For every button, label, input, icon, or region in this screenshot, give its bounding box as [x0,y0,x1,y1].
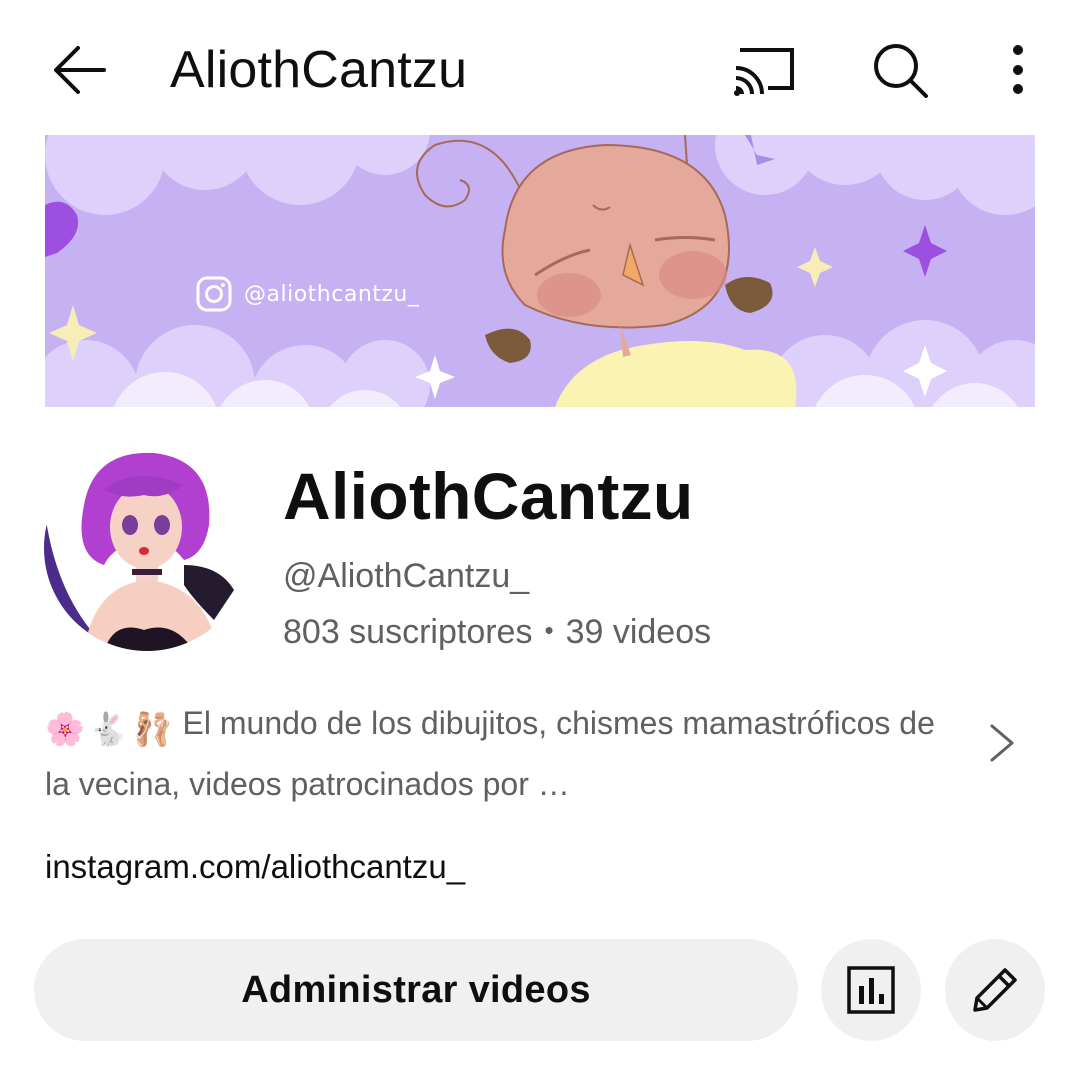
top-app-bar: AliothCantzu [0,0,1080,135]
cast-icon [734,48,794,96]
banner-instagram-handle: @aliothcantzu_ [244,281,420,307]
more-vert-icon [1013,45,1023,94]
instagram-icon [196,276,232,312]
cherry-blossom-emoji: 🌸 [45,711,85,747]
search-icon [874,44,928,98]
channel-handle: @AliothCantzu_ [283,557,530,595]
channel-avatar[interactable] [44,445,250,651]
more-options-button[interactable] [996,38,1040,102]
manage-videos-button[interactable]: Administrar videos [34,939,798,1041]
channel-description[interactable]: 🌸 🐇 🩰 El mundo de los dibujitos, chismes… [45,696,965,812]
channel-stats: 803 suscriptores • 39 videos [283,611,711,655]
subscriber-count: 803 suscriptores [283,613,533,651]
search-button[interactable] [866,38,934,102]
chevron-right-icon [990,724,1014,762]
channel-banner: @aliothcantzu_ [45,135,1035,407]
ballet-shoes-emoji: 🩰 [132,711,173,747]
description-emojis: 🌸 🐇 🩰 [45,702,173,757]
rabbit-emoji: 🐇 [88,711,129,747]
description-text: El mundo de los dibujitos, chismes mamas… [45,705,935,802]
banner-illustration [45,135,1035,407]
back-arrow-icon [54,46,106,94]
channel-link[interactable]: instagram.com/aliothcantzu_ [45,845,465,889]
banner-instagram-tag: @aliothcantzu_ [196,276,419,312]
back-button[interactable] [48,38,112,102]
analytics-icon [847,966,895,1014]
video-count: 39 videos [565,613,712,651]
stats-separator: • [544,615,554,645]
app-bar-title: AliothCantzu [170,41,468,99]
analytics-button[interactable] [821,939,921,1041]
channel-name: AliothCantzu [283,459,694,533]
edit-channel-button[interactable] [945,939,1045,1041]
edit-pencil-icon [973,968,1017,1012]
cast-button[interactable] [728,38,798,102]
description-expand-button[interactable] [984,720,1020,766]
avatar-illustration [44,445,250,651]
